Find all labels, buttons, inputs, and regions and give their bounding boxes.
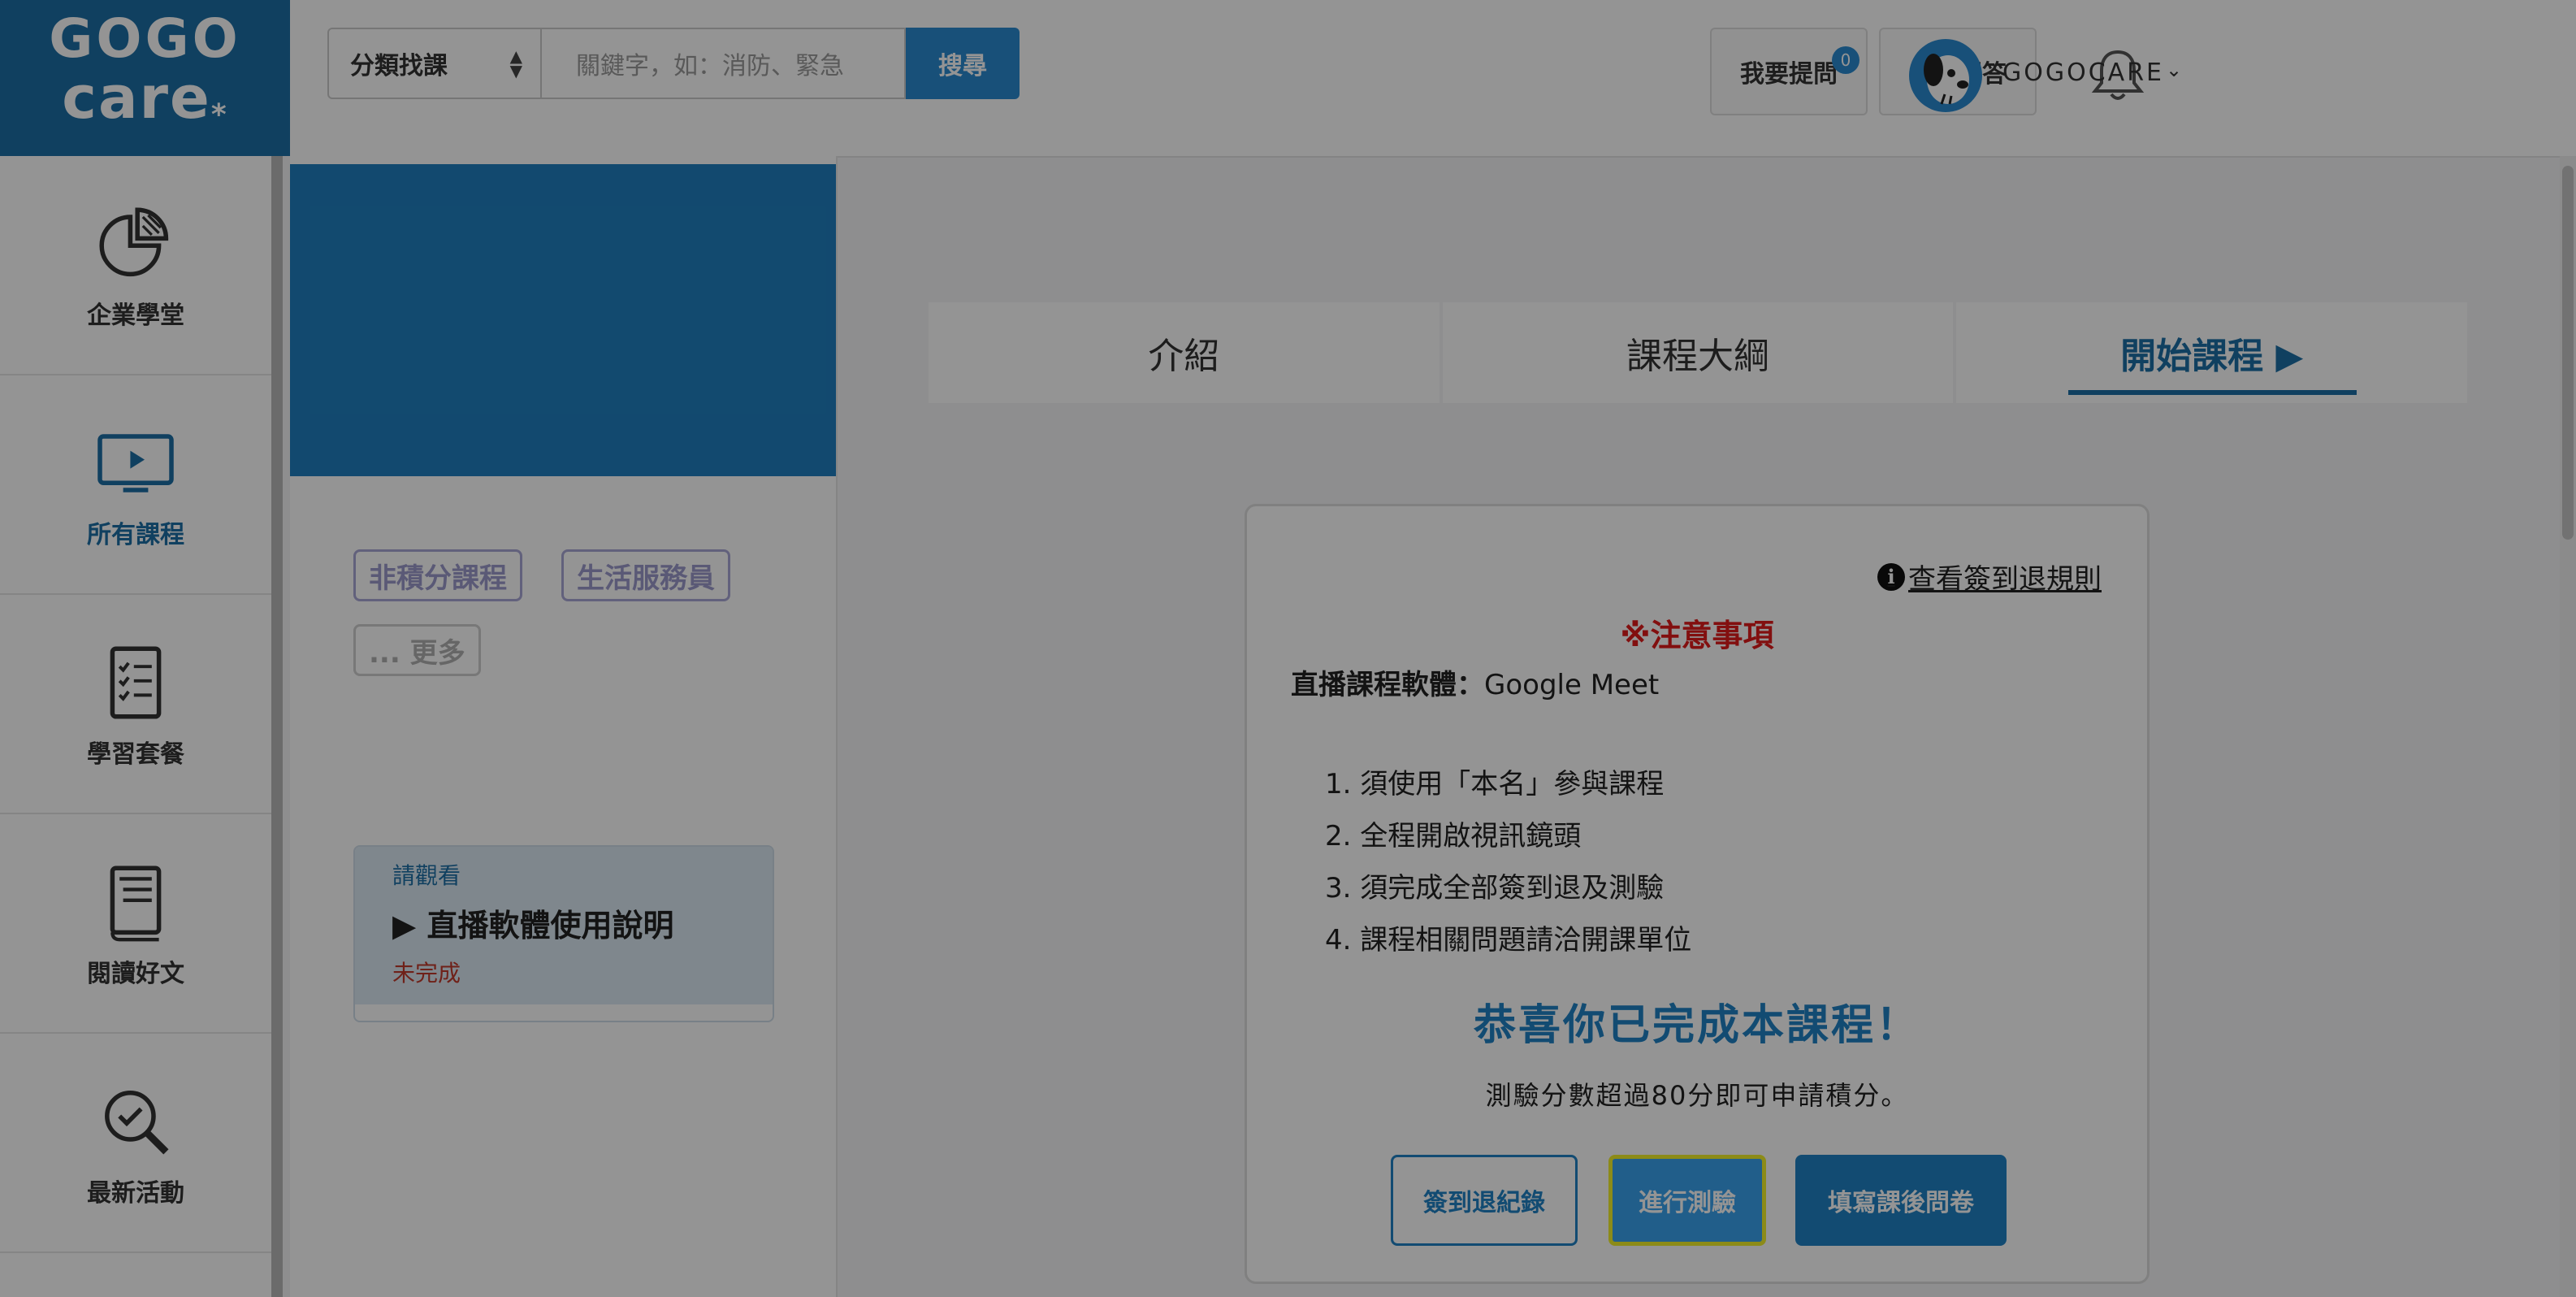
watch-lesson-card[interactable]: 請觀看 ▶ 直播軟體使用說明 未完成 <box>353 845 774 1022</box>
page-scrollbar[interactable] <box>2560 156 2576 1297</box>
watch-status: 未完成 <box>392 960 461 987</box>
search-check-icon <box>105 1091 169 1155</box>
live-software-line: 直播課程軟體：Google Meet <box>1291 662 1659 702</box>
gogocare-logo[interactable]: GOGO care* <box>0 0 290 156</box>
tab-intro[interactable]: 介紹 <box>929 302 1440 403</box>
course-tag[interactable]: 生活服務員 <box>561 549 730 601</box>
dog-avatar-icon <box>1924 54 1969 105</box>
list-item: 1. 須使用「本名」參與課程 <box>1325 768 1665 800</box>
survey-button[interactable]: 填寫課後問卷 <box>1795 1155 2007 1246</box>
watch-title-text: 直播軟體使用說明 <box>426 908 674 943</box>
checkin-rules-link-text: 查看簽到退規則 <box>1908 563 2102 596</box>
tab-syllabus[interactable]: 課程大綱 <box>1442 302 1954 403</box>
watch-title: ▶ 直播軟體使用說明 <box>392 900 673 945</box>
logo-mark: * <box>210 98 228 132</box>
category-select-label: 分類找課 <box>350 52 448 80</box>
notification-badge: 0 <box>1832 46 1859 74</box>
course-tag[interactable]: 非積分課程 <box>353 549 522 601</box>
notice-title: ※注意事項 <box>1620 618 1774 653</box>
list-item: 3. 須完成全部簽到退及測驗 <box>1325 872 1665 904</box>
sidebar-item-label: 學習套餐 <box>87 740 184 769</box>
list-item: 2. 全程開啟視訊鏡頭 <box>1325 820 1582 852</box>
notice-panel: i 查看簽到退規則 ※注意事項 直播課程軟體：Google Meet 1. 須使… <box>1245 504 2150 1284</box>
sidebar-item-label: 所有課程 <box>87 521 184 549</box>
sidebar-item-enterprise[interactable]: 企業學堂 <box>0 156 271 375</box>
completion-message: 恭喜你已完成本課程！ <box>1473 1001 1920 1050</box>
info-icon: i <box>1877 562 1905 591</box>
more-tags-button[interactable]: ... 更多 <box>353 624 481 676</box>
scrollbar-thumb[interactable] <box>2562 166 2574 540</box>
pie-chart-icon <box>99 207 169 277</box>
top-bar: 分類找課 ▲▼ 關鍵字，如：消防、緊急 搜尋 我要提問 常見問答 0 GOGOC… <box>290 0 2576 158</box>
watch-hint: 請觀看 <box>392 862 461 889</box>
sidebar-item-reading[interactable]: 閱讀好文 <box>0 814 271 1034</box>
checklist-icon <box>110 646 162 719</box>
checkin-record-button[interactable]: 簽到退紀錄 <box>1391 1155 1578 1246</box>
user-name[interactable]: GOGOCARE <box>2002 59 2164 87</box>
software-label: 直播課程軟體： <box>1291 669 1484 701</box>
score-note: 測驗分數超過80分即可申請積分。 <box>1485 1080 1909 1111</box>
chevron-down-icon[interactable]: ⌄ <box>2166 59 2182 81</box>
sidebar-item-label: 最新活動 <box>87 1179 184 1208</box>
software-value: Google Meet <box>1484 669 1660 701</box>
sidebar-item-label: 企業學堂 <box>87 301 184 330</box>
category-select[interactable]: 分類找課 ▲ ▼ <box>327 28 542 99</box>
course-tabs: 介紹 課程大綱 開始課程 ▶ <box>929 302 2468 403</box>
avatar[interactable] <box>1909 39 1982 112</box>
logo-text-care: care* <box>62 63 228 132</box>
logo-text-gogo: GOGO <box>49 7 241 70</box>
book-icon <box>110 865 162 942</box>
tab-start-course[interactable]: 開始課程 ▶ <box>1956 302 2468 403</box>
notice-rules-list: 1. 須使用「本名」參與課程 2. 全程開啟視訊鏡頭 3. 須完成全部簽到退及測… <box>1325 758 1691 966</box>
course-banner-image <box>290 164 836 476</box>
select-arrows-icon: ▲ ▼ <box>509 46 522 80</box>
list-item: 4. 課程相關問題請洽開課單位 <box>1325 924 1692 956</box>
play-icon: ▶ <box>392 908 427 943</box>
sidebar-item-all-courses[interactable]: 所有課程 <box>0 375 271 595</box>
sidebar-item-events[interactable]: 最新活動 <box>0 1034 271 1253</box>
checkin-rules-link[interactable]: i 查看簽到退規則 <box>1877 557 2102 596</box>
sidebar-item-label: 閱讀好文 <box>87 960 184 988</box>
search-input[interactable]: 關鍵字，如：消防、緊急 <box>542 28 906 99</box>
search-button[interactable]: 搜尋 <box>906 28 1020 99</box>
sidebar: 企業學堂 所有課程 學習套餐 閱讀好文 最新活動 <box>0 156 283 1297</box>
search-placeholder: 關鍵字，如：消防、緊急 <box>576 52 844 80</box>
course-info-panel: 非積分課程 生活服務員 ... 更多 請觀看 ▶ 直播軟體使用說明 未完成 <box>290 156 838 1297</box>
sidebar-item-learning-package[interactable]: 學習套餐 <box>0 595 271 814</box>
take-quiz-button[interactable]: 進行測驗 <box>1608 1155 1766 1246</box>
monitor-play-icon <box>97 434 174 492</box>
